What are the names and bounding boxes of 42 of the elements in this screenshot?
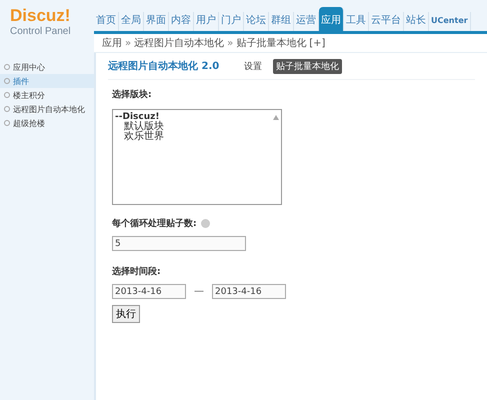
field-label: 每个循环处理贴子数:: [112, 217, 197, 230]
submit-button[interactable]: 执行: [112, 305, 140, 323]
field-label: 选择版块:: [112, 88, 152, 101]
nav-tab[interactable]: 门户: [219, 12, 244, 31]
nav-tab[interactable]: 内容: [169, 12, 194, 31]
plugin-tab[interactable]: 设置: [241, 58, 266, 74]
breadcrumb-link[interactable]: 应用: [102, 36, 122, 50]
add-link[interactable]: [+]: [309, 38, 326, 48]
nav-tab[interactable]: 界面: [144, 12, 169, 31]
breadcrumb-link[interactable]: 远程图片自动本地化: [134, 36, 224, 50]
nav-tab[interactable]: 群组: [269, 12, 294, 31]
date-field[interactable]: 2013-4-16: [212, 284, 286, 299]
nav-tab[interactable]: 用户: [194, 12, 219, 31]
nav-tab[interactable]: 全局: [119, 12, 144, 31]
date-field[interactable]: 2013-4-16: [112, 284, 186, 299]
nav-tab[interactable]: UCenter: [429, 12, 471, 31]
breadcrumb-separator: »: [227, 38, 234, 48]
sidebar-item[interactable]: 超级抢楼: [0, 116, 94, 130]
date-separator: —: [193, 286, 205, 297]
nav-tab[interactable]: 工具: [344, 12, 369, 31]
nav-tab[interactable]: 站长: [404, 12, 429, 31]
logo-title: Discuz!: [10, 6, 70, 26]
plugin-title: 远程图片自动本地化 2.0: [108, 60, 220, 73]
forum-listbox[interactable]: --Discuz! 默认版块 欢乐世界: [112, 109, 282, 205]
plugin-tab[interactable]: 贴子批量本地化: [273, 58, 342, 74]
breadcrumb-separator: »: [125, 38, 132, 48]
count-field[interactable]: 5: [112, 236, 246, 251]
sidebar-item[interactable]: 楼主积分: [0, 88, 94, 102]
sidebar-item[interactable]: 远程图片自动本地化: [0, 102, 94, 116]
list-option[interactable]: 默认版块: [115, 122, 164, 132]
nav-tab[interactable]: 首页: [94, 12, 119, 31]
nav-tab[interactable]: 云平台: [369, 12, 404, 31]
field-label: 选择时间段:: [112, 265, 161, 278]
scroll-up-icon[interactable]: [273, 115, 279, 120]
sidebar-item[interactable]: 应用中心: [0, 60, 94, 74]
logo-subtitle: Control Panel: [10, 26, 71, 38]
breadcrumb-link[interactable]: 贴子批量本地化: [236, 36, 306, 50]
list-option[interactable]: --Discuz!: [115, 112, 164, 122]
sidebar-item[interactable]: 插件: [0, 74, 94, 88]
list-option[interactable]: 欢乐世界: [115, 132, 164, 142]
nav-tab[interactable]: 应用: [319, 7, 344, 31]
nav-tab[interactable]: 论坛: [244, 12, 269, 31]
